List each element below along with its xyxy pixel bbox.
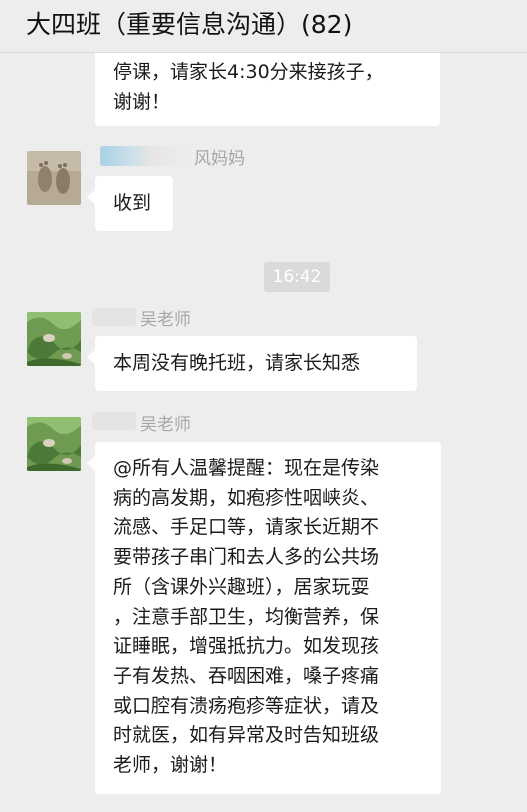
avatar[interactable] bbox=[27, 312, 81, 366]
sender-name: 吴老师 bbox=[140, 310, 191, 330]
message-bubble[interactable]: 收到 bbox=[87, 176, 173, 231]
message-text: 收到 bbox=[113, 192, 152, 214]
redacted-name-blur bbox=[92, 308, 136, 326]
chat-header: 大四班（重要信息沟通）(82) bbox=[0, 0, 527, 53]
message-text: @所有人温馨提醒：现在是传染 病的高发期，如疱疹性咽峡炎、 流感、手足口等，请家… bbox=[113, 457, 380, 777]
sender-name: 风妈妈 bbox=[194, 149, 245, 169]
sender-name: 吴老师 bbox=[140, 415, 191, 435]
message-text: 本周没有晚托班，请家长知悉 bbox=[113, 352, 361, 374]
message-bubble[interactable]: @所有人温馨提醒：现在是传染 病的高发期，如疱疹性咽峡炎、 流感、手足口等，请家… bbox=[87, 442, 441, 794]
message-bubble[interactable]: 停课，请家长4:30分来接孩子， 谢谢！ bbox=[95, 44, 440, 126]
avatar[interactable] bbox=[27, 417, 81, 471]
chat-title[interactable]: 大四班（重要信息沟通）(82) bbox=[26, 8, 352, 42]
message-text: 停课，请家长4:30分来接孩子， 谢谢！ bbox=[113, 61, 384, 113]
avatar[interactable] bbox=[27, 151, 81, 205]
redacted-name-blur bbox=[92, 412, 136, 430]
redacted-name-blur bbox=[100, 146, 194, 166]
timestamp: 16:42 bbox=[264, 262, 330, 292]
message-bubble[interactable]: 本周没有晚托班，请家长知悉 bbox=[87, 336, 417, 391]
